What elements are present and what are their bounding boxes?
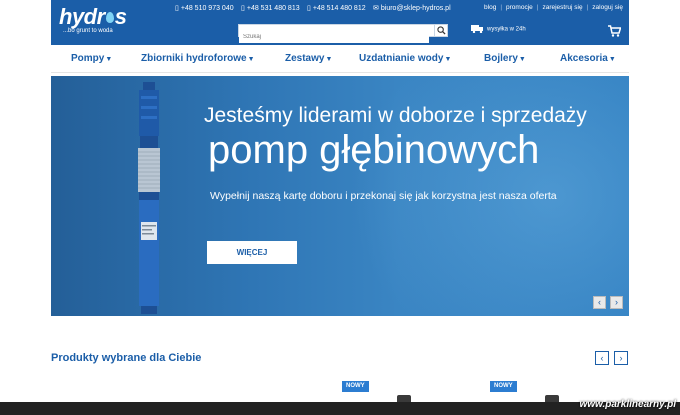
more-button[interactable]: WIĘCEJ [207,241,297,264]
nav-item-zbiorniki[interactable]: Zbiorniki hydroforowe▼ [141,53,255,64]
products-next-arrow[interactable]: › [614,351,628,365]
top-bar: hydr s ...bo grunt to woda ▯ +48 510 973 0… [51,0,629,45]
chevron-down-icon: ▼ [105,56,113,63]
new-badge: NOWY [490,381,517,392]
pump-image [138,82,160,314]
water-drop-icon [105,12,114,23]
link-blog[interactable]: blog [484,4,496,11]
truck-icon [471,25,483,34]
email-icon: ✉ [373,5,379,12]
link-promocje[interactable]: promocje [506,4,533,11]
email-link[interactable]: ✉ biuro@sklep-hydros.pl [373,4,451,12]
phone-icon: ▯ [241,5,245,12]
chevron-down-icon: ▼ [518,56,526,63]
nav-item-akcesoria[interactable]: Akcesoria▼ [560,53,616,64]
link-register[interactable]: zarejestruj się [542,4,582,11]
search-input[interactable] [239,31,429,43]
logo-text: hydr [59,4,105,29]
chevron-down-icon: ▼ [444,56,452,63]
search-box [238,24,448,43]
phone-icon: ▯ [175,5,179,12]
hero-headline-1: Jesteśmy liderami w doborze i sprzedaży [204,104,587,127]
nav-item-uzdatnianie[interactable]: Uzdatnianie wody▼ [359,53,451,64]
phone-3[interactable]: ▯ +48 514 480 812 [307,4,366,12]
cart-button[interactable] [608,24,622,42]
phone-icon: ▯ [307,5,311,12]
cart-icon [608,25,622,37]
nav-item-zestawy[interactable]: Zestawy▼ [285,53,332,64]
chevron-down-icon: ▼ [325,56,333,63]
watermark: www.parklinearny.pl [579,399,676,410]
phone-1[interactable]: ▯ +48 510 973 040 [175,4,234,12]
hero-subtext: Wypełnij naszą kartę doboru i przekonaj … [210,190,557,202]
hero-prev-arrow[interactable]: ‹ [593,296,606,309]
products-section-title: Produkty wybrane dla Ciebie [51,352,202,364]
phone-2[interactable]: ▯ +48 531 480 813 [241,4,300,12]
hero-banner: Jesteśmy liderami w doborze i sprzedaży … [51,76,629,316]
logo[interactable]: hydr s [59,4,127,30]
logo-text-end: s [114,4,127,29]
hero-headline-2: pomp głębinowych [208,128,540,172]
nav-item-pompy[interactable]: Pompy▼ [71,53,112,64]
new-badge: NOWY [342,381,369,392]
products-prev-arrow[interactable]: ‹ [595,351,609,365]
search-button[interactable] [434,25,447,36]
shipping-info: wysyłka w 24h [471,25,526,34]
search-icon [437,26,446,35]
nav-item-bojlery[interactable]: Bojlery▼ [484,53,526,64]
chevron-down-icon: ▼ [608,56,616,63]
hero-next-arrow[interactable]: › [610,296,623,309]
top-links: blog | promocje | zarejestruj się | zaloguj si… [484,4,623,11]
tagline: ...bo grunt to woda [63,28,113,34]
link-login[interactable]: zaloguj się [592,4,623,11]
bottom-strip [0,402,680,415]
chevron-down-icon: ▼ [247,56,255,63]
main-nav: Pompy▼ Zbiorniki hydroforowe▼ Zestawy▼ U… [51,45,629,73]
